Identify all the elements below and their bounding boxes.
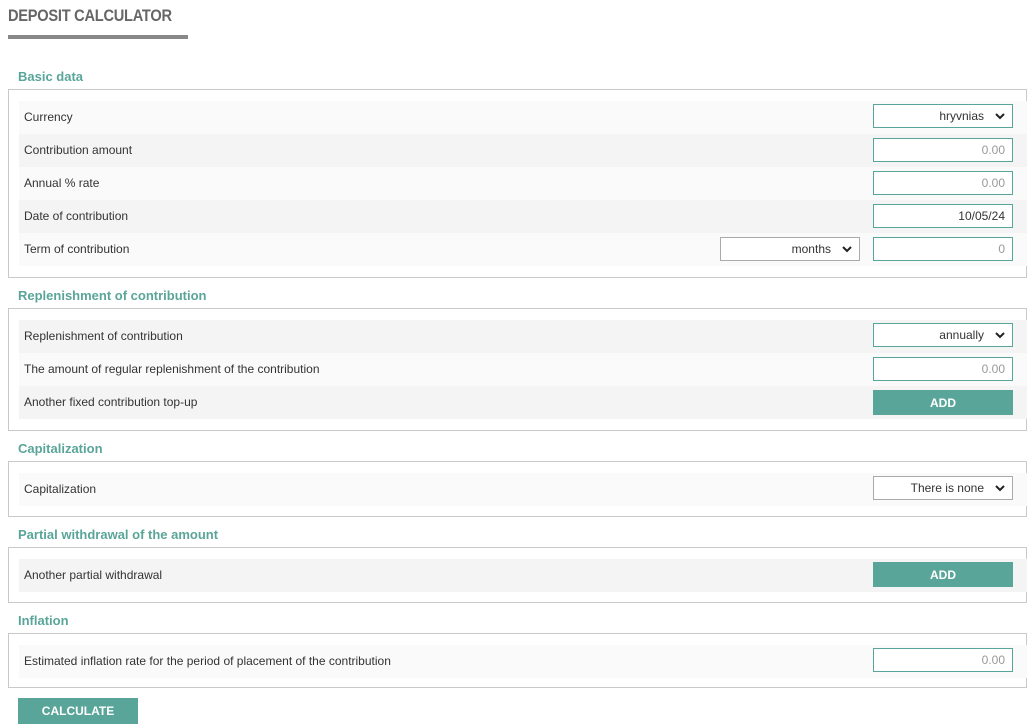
section-title-inflation: Inflation (18, 613, 69, 628)
chevron-down-icon (994, 329, 1006, 341)
page-title: DEPOSIT CALCULATOR (8, 6, 172, 25)
date-of-contribution-input[interactable]: 10/05/24 (873, 204, 1013, 228)
capitalization-value: There is none (910, 481, 984, 495)
replenishment-amount-label: The amount of regular replenishment of t… (24, 362, 320, 376)
section-title-capitalization: Capitalization (18, 441, 103, 456)
contribution-amount-label: Contribution amount (24, 143, 133, 157)
date-of-contribution-label: Date of contribution (24, 209, 129, 223)
chevron-down-icon (994, 482, 1006, 494)
term-unit-value: months (791, 242, 831, 256)
term-input[interactable]: 0 (873, 237, 1013, 261)
replenishment-frequency-label: Replenishment of contribution (24, 329, 183, 343)
section-title-withdrawal: Partial withdrawal of the amount (18, 527, 219, 542)
annual-rate-label: Annual % rate (24, 176, 100, 190)
inflation-label: Estimated inflation rate for the period … (24, 654, 391, 668)
title-underline (8, 35, 188, 39)
currency-label: Currency (24, 110, 73, 124)
replenishment-frequency-value: annually (939, 328, 984, 342)
add-topup-button[interactable]: ADD (873, 390, 1013, 415)
capitalization-select[interactable]: There is none (873, 476, 1013, 500)
replenishment-frequency-select[interactable]: annually (873, 323, 1013, 347)
replenishment-amount-input[interactable]: 0.00 (873, 357, 1013, 381)
section-title-basic-data: Basic data (18, 69, 84, 84)
section-title-replenishment: Replenishment of contribution (18, 288, 207, 303)
withdrawal-label: Another partial withdrawal (24, 568, 163, 582)
chevron-down-icon (994, 110, 1006, 122)
capitalization-label: Capitalization (24, 482, 97, 496)
currency-select-value: hryvnias (939, 109, 984, 123)
calculate-button[interactable]: CALCULATE (18, 698, 138, 724)
currency-select[interactable]: hryvnias (873, 104, 1013, 128)
add-withdrawal-button[interactable]: ADD (873, 562, 1013, 587)
inflation-rate-input[interactable]: 0.00 (873, 648, 1013, 672)
chevron-down-icon (841, 243, 853, 255)
contribution-amount-input[interactable]: 0.00 (873, 138, 1013, 162)
term-of-contribution-label: Term of contribution (24, 242, 130, 256)
topup-label: Another fixed contribution top-up (24, 395, 198, 409)
annual-rate-input[interactable]: 0.00 (873, 171, 1013, 195)
term-unit-select[interactable]: months (720, 237, 860, 261)
